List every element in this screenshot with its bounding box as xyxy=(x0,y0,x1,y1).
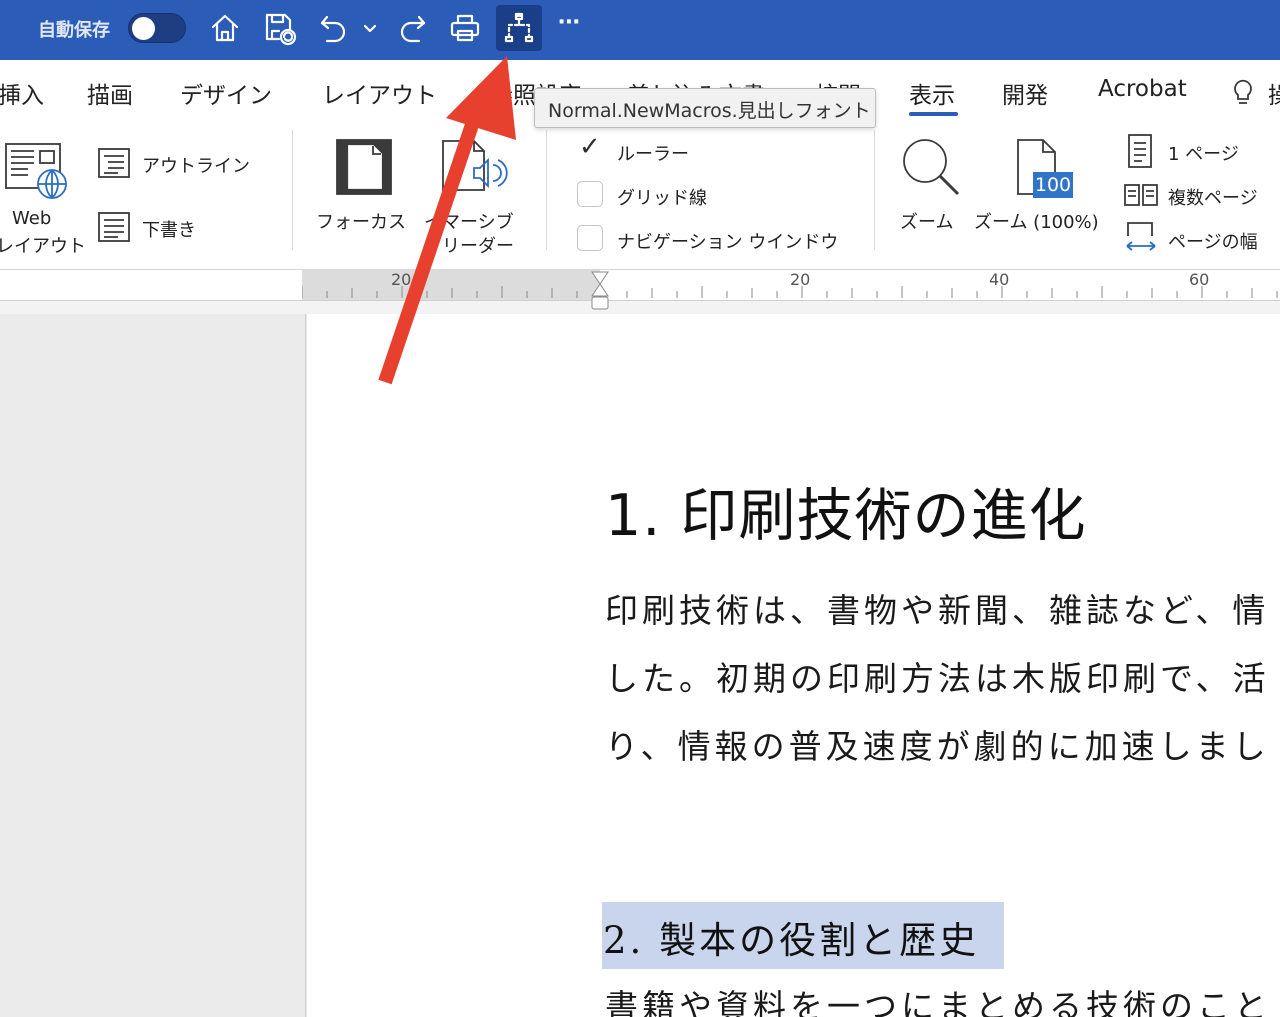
heading-2[interactable]: 2. 製本の役割と歴史 xyxy=(603,910,979,964)
tab-tell-me[interactable]: 操作 xyxy=(1268,76,1280,110)
tab-view[interactable]: 表示 xyxy=(909,76,955,110)
active-tab-indicator xyxy=(909,112,958,116)
ruler-number: 20 xyxy=(391,270,412,289)
paragraph-line[interactable]: した。初期の印刷方法は木版印刷で、活 xyxy=(605,652,1270,700)
macro-icon[interactable] xyxy=(496,5,542,51)
tab-design[interactable]: デザイン xyxy=(180,76,272,110)
paragraph-line[interactable]: 印刷技術は、書物や新聞、雑誌など、情 xyxy=(605,584,1269,632)
web-layout-label-2: レイアウト xyxy=(0,236,86,257)
tab-insert[interactable]: 挿入 xyxy=(0,76,44,110)
tab-acrobat[interactable]: Acrobat xyxy=(1098,76,1187,102)
tab-developer[interactable]: 開発 xyxy=(1002,76,1048,110)
ruler-label: ルーラー xyxy=(617,144,689,165)
focus-icon xyxy=(335,138,393,200)
nav-pane-label: ナビゲーション ウインドウ xyxy=(617,232,839,253)
page-width-label: ページの幅 xyxy=(1168,232,1258,253)
group-divider xyxy=(292,130,293,250)
zoom-label: ズーム xyxy=(900,212,954,233)
multiple-pages-label: 複数ページ xyxy=(1168,188,1258,209)
document-canvas xyxy=(0,314,306,1017)
draft-label: 下書き xyxy=(142,220,196,241)
ruler-number: 20 xyxy=(790,270,811,289)
page-width-icon xyxy=(1124,220,1158,258)
print-icon[interactable] xyxy=(445,8,485,48)
paragraph-line[interactable]: 書籍や資料を一つにまとめる技術のこと xyxy=(605,980,1271,1017)
outline-icon xyxy=(98,148,130,182)
horizontal-ruler[interactable]: 20 20 40 60 xyxy=(0,270,1280,314)
macro-tooltip: Normal.NewMacros.見出しフォント xyxy=(534,88,876,128)
toggle-knob xyxy=(132,17,155,40)
group-divider xyxy=(546,130,547,250)
immersive-reader-icon xyxy=(440,138,508,202)
draft-icon xyxy=(98,212,130,246)
chevron-down-icon[interactable] xyxy=(352,8,388,48)
redo-icon[interactable] xyxy=(392,8,432,48)
multiple-pages-icon xyxy=(1124,184,1158,210)
document-page[interactable]: 1. 印刷技術の進化 印刷技術は、書物や新聞、雑誌など、情 した。初期の印刷方法… xyxy=(307,314,1280,1017)
heading-1[interactable]: 1. 印刷技術の進化 xyxy=(605,470,1087,552)
save-sync-icon[interactable] xyxy=(260,8,300,48)
ruler-checkbox[interactable]: ✓ xyxy=(577,132,603,162)
more-icon[interactable]: ⋯ xyxy=(558,10,581,35)
group-divider xyxy=(874,130,875,250)
lightbulb-icon[interactable] xyxy=(1230,76,1256,110)
focus-label: フォーカス xyxy=(316,212,406,233)
ruler-number: 40 xyxy=(989,270,1010,289)
home-icon[interactable] xyxy=(205,8,245,48)
web-layout-icon xyxy=(4,142,68,206)
gridlines-checkbox[interactable] xyxy=(577,181,603,207)
title-bar: 自動保存 ⋯ xyxy=(0,0,1280,60)
magnifier-icon xyxy=(900,136,962,202)
tab-draw[interactable]: 描画 xyxy=(87,76,133,110)
nav-pane-checkbox[interactable] xyxy=(577,225,603,251)
ruler-offpage xyxy=(0,270,302,300)
one-page-label: 1 ページ xyxy=(1168,144,1239,165)
zoom100-label: ズーム (100%) xyxy=(974,212,1099,233)
autosave-label: 自動保存 xyxy=(38,20,110,41)
tab-layout[interactable]: レイアウト xyxy=(322,76,437,110)
autosave-toggle[interactable] xyxy=(128,13,186,43)
immersive-reader-label-2: リーダー xyxy=(442,236,514,257)
ruler-number: 60 xyxy=(1189,270,1210,289)
outline-label: アウトライン xyxy=(142,156,250,177)
web-layout-label-1: Web xyxy=(12,208,52,229)
undo-icon[interactable] xyxy=(314,8,354,48)
immersive-reader-label-1: イマーシブ xyxy=(424,212,514,233)
paragraph-line[interactable]: り、情報の普及速度が劇的に加速しまし xyxy=(605,720,1270,768)
checkmark-icon: ✓ xyxy=(579,132,601,162)
zoom100-badge: 100 xyxy=(1033,172,1073,198)
one-page-icon xyxy=(1128,134,1152,172)
gridlines-label: グリッド線 xyxy=(617,188,707,209)
